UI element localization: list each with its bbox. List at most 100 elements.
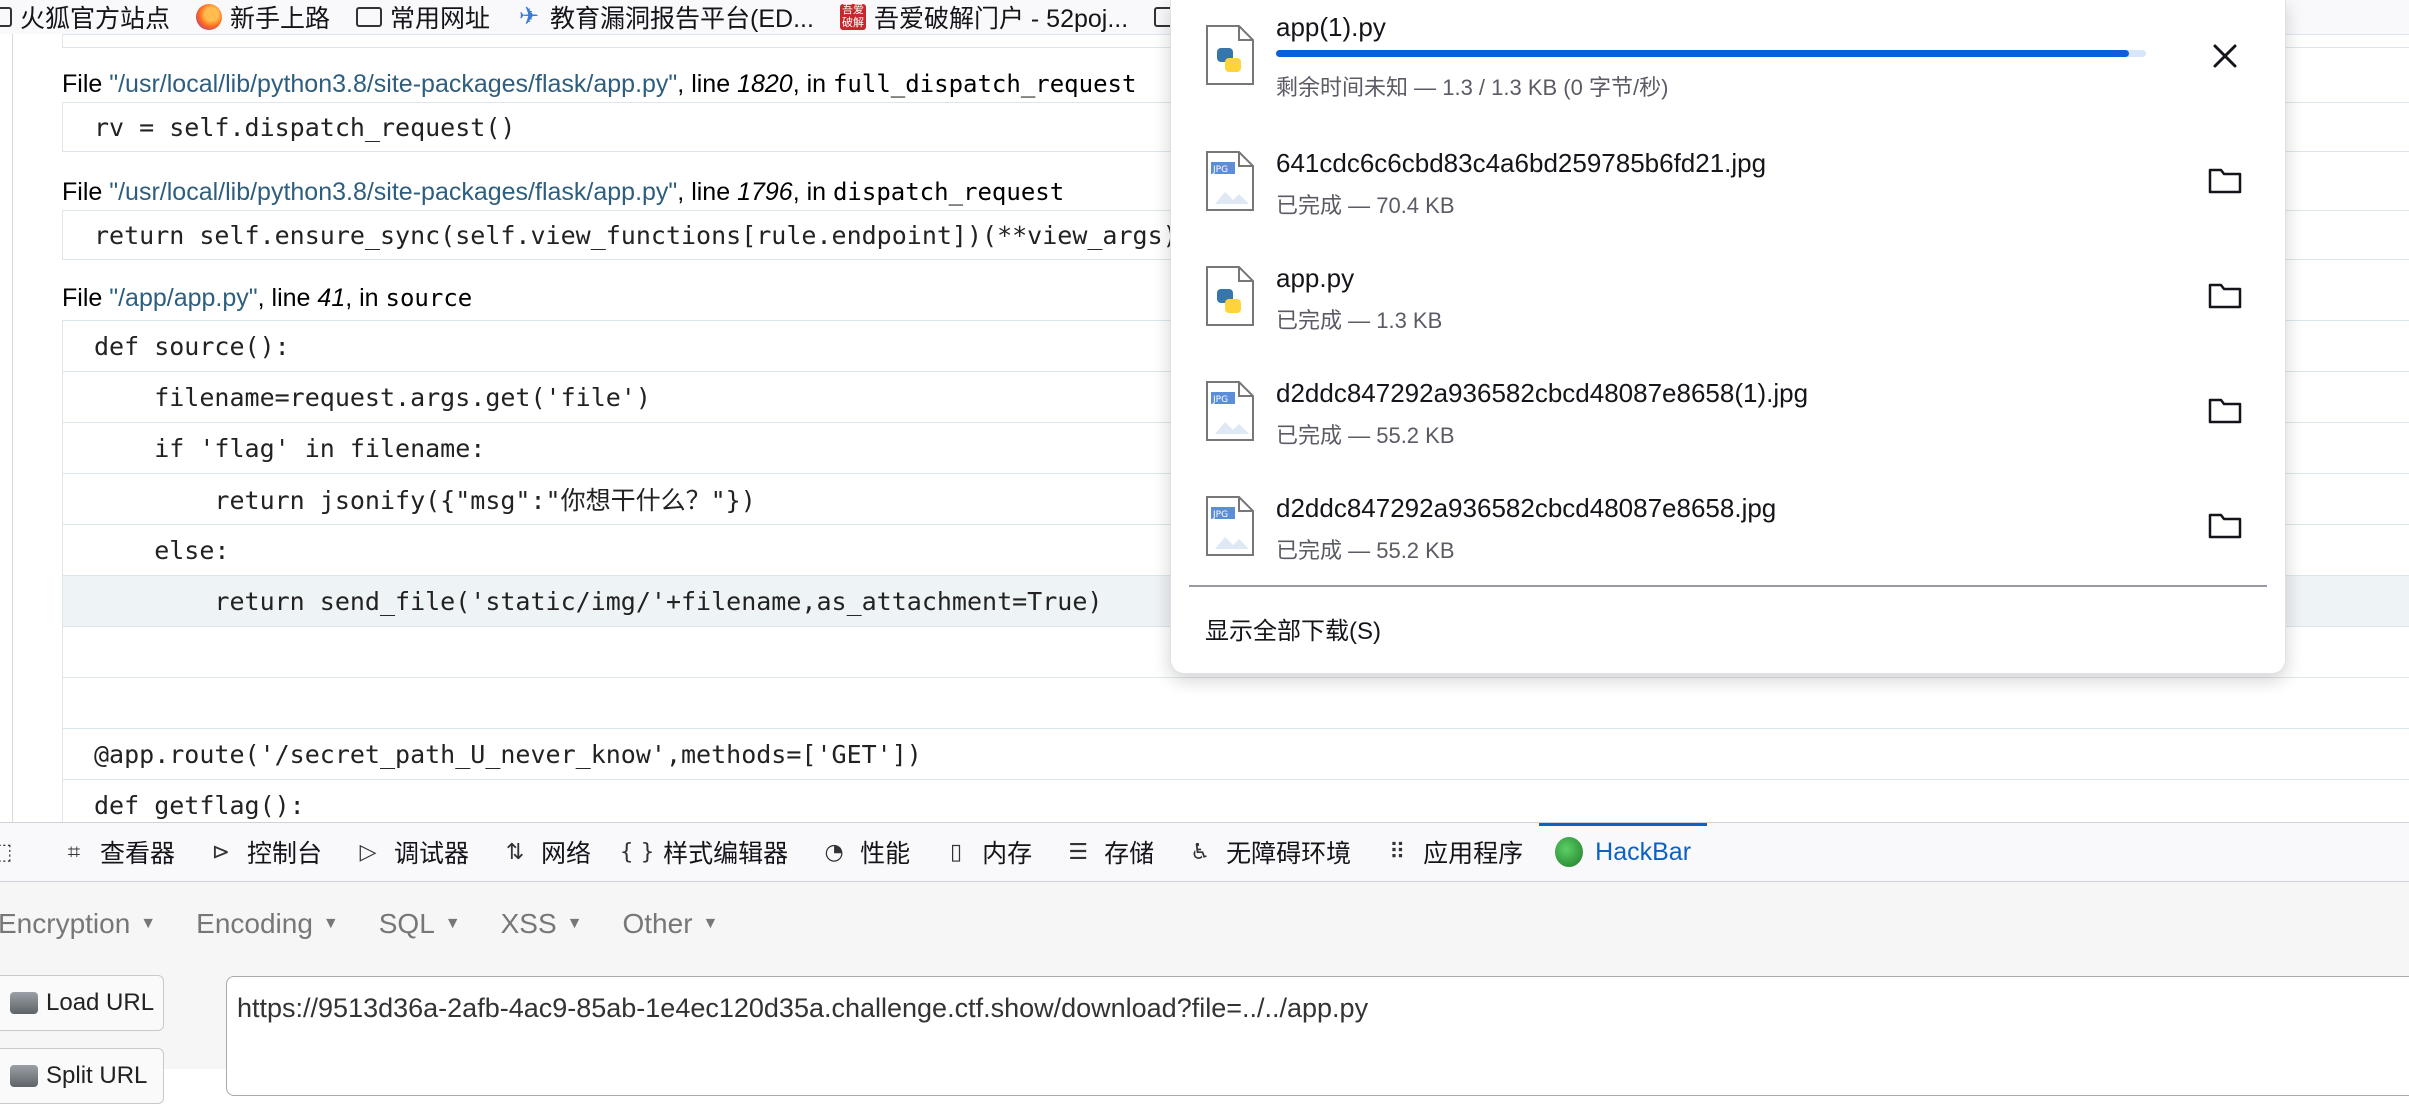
tab-label: 查看器 — [100, 840, 176, 868]
bookmark-common-sites[interactable]: 常用网址 — [356, 0, 490, 34]
tab-label: 网络 — [541, 840, 592, 868]
tab-performance[interactable]: ◔ 性能 — [804, 823, 926, 881]
style-editor-icon: { } — [619, 839, 655, 865]
divider — [1189, 585, 2267, 587]
bookmark-label: 常用网址 — [390, 5, 491, 33]
tab-storage[interactable]: ☰ 存储 — [1048, 823, 1170, 881]
folder-icon[interactable] — [2205, 275, 2245, 315]
file-path-link[interactable]: "/usr/local/lib/python3.8/site-packages/… — [109, 178, 677, 206]
show-all-downloads-button[interactable]: 显示全部下载(S) — [1205, 611, 1381, 646]
python-file-icon — [1206, 25, 1254, 85]
bookmark-getting-started[interactable]: 新手上路 — [196, 0, 330, 34]
download-filename: d2ddc847292a936582cbcd48087e8658.jpg — [1276, 493, 1777, 523]
caret-down-icon: ▼ — [566, 915, 583, 932]
download-progress-fill — [1276, 50, 2129, 57]
button-label: Split URL — [46, 1062, 148, 1089]
svg-text:JPG: JPG — [1212, 395, 1228, 405]
menu-encryption[interactable]: Encryption ▼ — [0, 908, 156, 940]
download-filename: app.py — [1276, 263, 1355, 293]
download-item[interactable]: app.py 已完成 — 1.3 KB — [1171, 241, 2285, 353]
bookmark-label: 吾爱破解门户 - 52poj... — [873, 5, 1129, 33]
downloads-panel: app(1).py 剩余时间未知 — 1.3 / 1.3 KB (0 字节/秒)… — [1170, 0, 2286, 674]
tab-application[interactable]: ⠿ 应用程序 — [1367, 823, 1539, 881]
tab-style-editor[interactable]: { } 样式编辑器 — [607, 823, 804, 881]
console-icon: ⊳ — [211, 839, 231, 865]
tab-inspector[interactable]: ⌗ 查看器 — [44, 823, 191, 881]
bookmark-label: 火狐官方站点 — [20, 5, 171, 33]
url-textarea[interactable]: https://9513d36a-2afb-4ac9-85ab-1e4ec120… — [226, 976, 2409, 1096]
source-line[interactable] — [62, 677, 2409, 729]
jpg-file-icon: JPG — [1206, 151, 1254, 211]
memory-icon: ▯ — [950, 839, 963, 865]
devtools-toolbar: ⬚ ⌗ 查看器 ⊳ 控制台 ▷ 调试器 ⇅ 网络 { } 样式编辑器 ◔ 性能 … — [0, 822, 2409, 882]
menu-label: Other — [622, 908, 693, 939]
bookmark-firefox-official[interactable]: 火狐官方站点 — [0, 0, 170, 34]
storage-icon: ☰ — [1068, 839, 1088, 865]
download-status: 已完成 — 55.2 KB — [1276, 423, 1455, 448]
52pojie-icon: 吾爱 破解 — [839, 4, 866, 30]
menu-encoding[interactable]: Encoding ▼ — [196, 908, 339, 940]
menu-sql[interactable]: SQL ▼ — [379, 908, 461, 940]
devtools-picker[interactable]: ⬚ — [0, 823, 44, 881]
application-icon: ⠿ — [1389, 839, 1406, 865]
folder-icon[interactable] — [2205, 390, 2245, 430]
tab-console[interactable]: ⊳ 控制台 — [191, 823, 338, 881]
download-status: 已完成 — 70.4 KB — [1276, 193, 1455, 218]
menu-label: SQL — [378, 908, 435, 939]
source-line[interactable]: def getflag(): — [62, 779, 2409, 822]
menu-xss[interactable]: XSS ▼ — [501, 908, 583, 940]
caret-down-icon: ▼ — [140, 915, 157, 932]
tab-label: 无障碍环境 — [1226, 840, 1352, 868]
download-item[interactable]: JPG d2ddc847292a936582cbcd48087e8658(1).… — [1171, 356, 2285, 468]
download-item[interactable]: JPG d2ddc847292a936582cbcd48087e8658.jpg… — [1171, 471, 2285, 583]
tab-label: 内存 — [982, 840, 1033, 868]
picker-icon: ⬚ — [0, 838, 16, 866]
traceback-frame-header: File "/usr/local/lib/python3.8/site-pack… — [62, 178, 1065, 206]
inspector-icon: ⌗ — [67, 839, 81, 865]
tab-accessibility[interactable]: ♿ 无障碍环境 — [1170, 823, 1367, 881]
folder-icon[interactable] — [2205, 160, 2245, 200]
load-url-button[interactable]: Load URL — [0, 975, 164, 1031]
performance-icon: ◔ — [824, 839, 844, 865]
tab-label: 调试器 — [394, 840, 470, 868]
svg-text:JPG: JPG — [1212, 510, 1228, 520]
file-path-link[interactable]: "/usr/local/lib/python3.8/site-packages/… — [109, 70, 677, 98]
caret-down-icon: ▼ — [444, 915, 461, 932]
tab-hackbar[interactable]: HackBar — [1539, 823, 1707, 881]
download-filename: 641cdc6c6cbd83c4a6bd259785b6fd21.jpg — [1276, 148, 1767, 178]
tab-debugger[interactable]: ▷ 调试器 — [338, 823, 485, 881]
download-status: 已完成 — 1.3 KB — [1276, 308, 1443, 333]
source-line[interactable]: @app.route('/secret_path_U_never_know',m… — [62, 728, 2409, 780]
jpg-file-icon: JPG — [1206, 496, 1254, 556]
tab-memory[interactable]: ▯ 内存 — [926, 823, 1048, 881]
tab-label: HackBar — [1595, 837, 1692, 866]
download-filename: d2ddc847292a936582cbcd48087e8658(1).jpg — [1276, 378, 1809, 408]
download-item[interactable]: app(1).py 剩余时间未知 — 1.3 / 1.3 KB (0 字节/秒) — [1171, 0, 2285, 112]
traceback-frame-header: File "/app/app.py", line 41, in source — [62, 284, 473, 312]
bookmark-label: 新手上路 — [230, 5, 331, 33]
tab-network[interactable]: ⇅ 网络 — [485, 823, 607, 881]
menu-label: Encoding — [196, 908, 313, 939]
python-file-icon — [1206, 266, 1254, 326]
cancel-icon[interactable] — [2205, 36, 2245, 76]
tab-label: 性能 — [860, 840, 911, 868]
caret-down-icon: ▼ — [322, 915, 339, 932]
menu-other[interactable]: Other ▼ — [623, 908, 719, 940]
firefox-icon — [196, 4, 223, 30]
download-status: 剩余时间未知 — 1.3 / 1.3 KB (0 字节/秒) — [1276, 75, 1669, 100]
bookmark-52pojie[interactable]: 吾爱 破解 吾爱破解门户 - 52poj... — [839, 0, 1129, 34]
hackbar-panel: Encryption ▼ Encoding ▼ SQL ▼ XSS ▼ Other ▼ L… — [0, 882, 2409, 1104]
bookmark-label: 教育漏洞报告平台(ED... — [550, 5, 814, 33]
download-status: 已完成 — 55.2 KB — [1276, 538, 1455, 563]
folder-icon[interactable] — [2205, 505, 2245, 545]
accessibility-icon: ♿ — [1190, 839, 1210, 865]
split-url-button[interactable]: Split URL — [0, 1048, 164, 1104]
menu-label: XSS — [500, 908, 557, 939]
bookmark-edu-src[interactable]: ✈ 教育漏洞报告平台(ED... — [516, 0, 814, 34]
download-filename: app(1).py — [1276, 12, 1386, 42]
load-url-icon — [10, 992, 38, 1014]
folder-icon — [0, 7, 12, 27]
download-item[interactable]: JPG 641cdc6c6cbd83c4a6bd259785b6fd21.jpg… — [1171, 126, 2285, 238]
debugger-icon: ▷ — [359, 839, 377, 865]
file-path-link[interactable]: "/app/app.py" — [109, 284, 257, 312]
